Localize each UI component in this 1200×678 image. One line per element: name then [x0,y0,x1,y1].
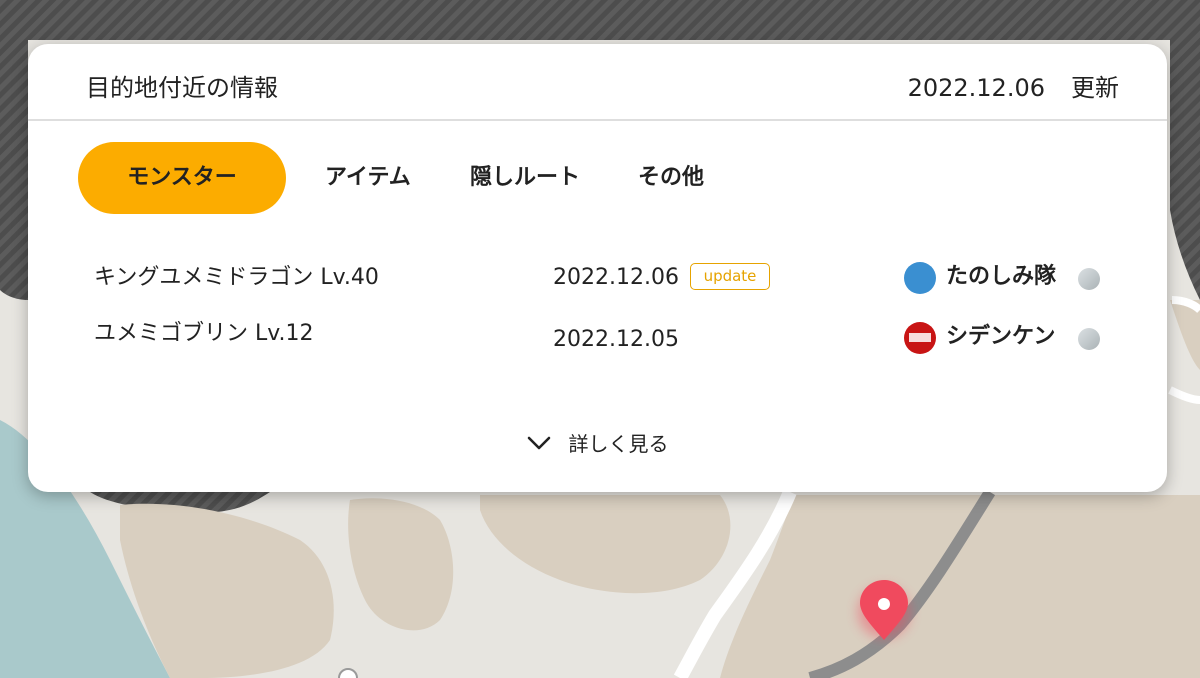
see-more-button[interactable]: 詳しく見る [28,429,1167,465]
updated-date: 2022.12.06 [907,74,1045,102]
tab-other[interactable]: その他 [638,142,704,214]
tab-hidden-route[interactable]: 隠しルート [470,142,580,214]
tab-item[interactable]: アイテム [325,142,411,214]
see-more-label: 詳しく見る [568,432,669,456]
land-mass [720,495,1200,678]
update-badge: update [690,263,770,290]
monster-name: キングユメミドラゴン Lv.40 [94,265,379,290]
see-more-content: 詳しく見る [527,429,669,459]
blue-circle-icon [904,262,936,294]
red-emblem-icon [904,322,936,354]
panel-title: 目的地付近の情報 [86,74,278,102]
tab-monster[interactable]: モンスター [78,142,286,214]
monster-name: ユメミゴブリン Lv.12 [94,321,314,346]
panel-header: 目的地付近の情報 2022.12.06 更新 [28,44,1167,121]
chevron-down-icon [527,436,550,450]
list-item[interactable]: ユメミゴブリン Lv.12 2022.12.05 シデンケン [28,309,1167,369]
status-dot-icon [1078,328,1100,350]
updated-label: 更新 [1071,74,1119,102]
team-name: シデンケン [946,324,1056,349]
team-name: たのしみ隊 [946,264,1057,289]
entry-date: 2022.12.05 [553,327,679,352]
status-dot-icon [1078,268,1100,290]
list-item[interactable]: キングユメミドラゴン Lv.40 2022.12.06 update たのしみ隊 [28,249,1167,309]
nearby-info-panel: 目的地付近の情報 2022.12.06 更新 モンスター アイテム 隠しルート そ… [28,44,1167,492]
map-node [338,668,358,678]
updated-info: 2022.12.06 更新 [908,72,1119,104]
entry-date: 2022.12.06 [553,265,679,290]
